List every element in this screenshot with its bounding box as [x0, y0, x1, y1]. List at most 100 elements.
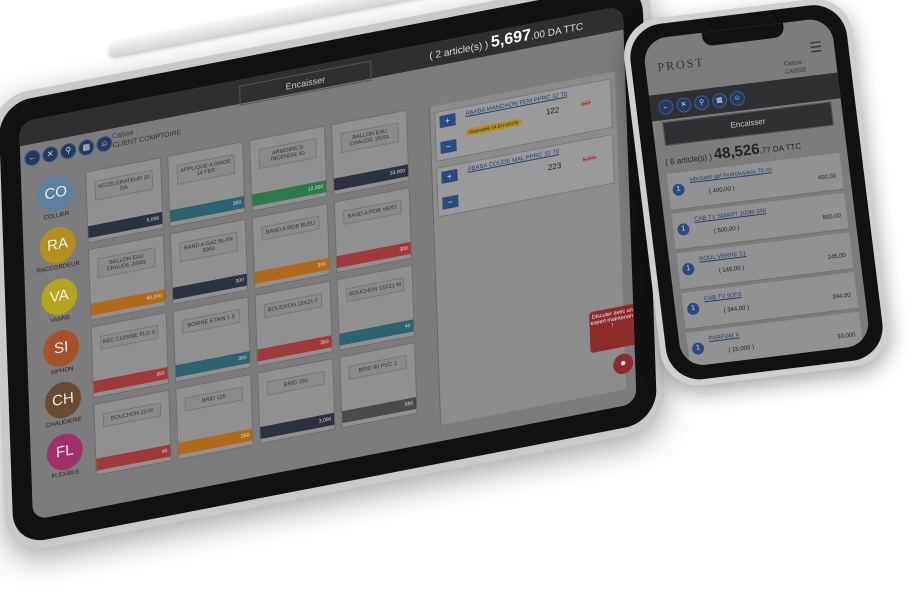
product-card[interactable]: ARMOIRE D INCENDIE 40 12,000 [249, 125, 328, 212]
product-card[interactable]: BRID 150 3,000 [257, 357, 336, 445]
tablet-frame: Encaisser ( 2 article(s) ) 5,697.00 DA T… [0, 0, 666, 556]
product-card[interactable]: BOBINE ETAIN 1.5 350 [172, 296, 252, 383]
phone-item-name[interactable]: lubrisant gel hydrotuyaux 70 ml [689, 167, 772, 183]
phone-item-unit-price: ( 500,00 ) [713, 225, 740, 235]
increase-quantity-button[interactable]: + [439, 113, 456, 129]
barcode-icon[interactable]: ▦ [711, 92, 728, 109]
category-collier-button[interactable]: CO [37, 172, 75, 215]
product-price: 300 [336, 241, 412, 269]
product-card[interactable]: BOUCHON 15X21 F 350 [254, 280, 333, 367]
decrease-quantity-button[interactable]: − [442, 194, 459, 210]
product-price: 300 [254, 257, 330, 284]
phone-item-name[interactable]: PARFUM X [709, 332, 740, 342]
phone-item-name[interactable]: ROUL VERRE 51 [699, 251, 747, 263]
phone-caisse: Caisse : CAISSE [784, 58, 808, 77]
product-card[interactable]: BRID 125 250 [175, 373, 254, 461]
product-price: 250 [178, 428, 253, 455]
product-name: BALLON EAU CHAUDE 1500L [340, 122, 400, 154]
cart-item-price: 122 [545, 105, 560, 117]
back-icon[interactable]: ← [657, 98, 675, 116]
category-raccordeur-button[interactable]: RA [38, 223, 77, 267]
product-price: 33,000 [333, 164, 409, 191]
product-price: 40 [339, 319, 414, 346]
product-name: BRID 125 [184, 386, 244, 412]
category-siphon-button[interactable]: SI [42, 327, 80, 370]
product-card[interactable]: BOUCHON 20 M 45 [93, 389, 172, 476]
product-name: APPLIQUE A DIAGE 14 FER [176, 153, 236, 185]
phone-total-currency: DA TTC [772, 141, 802, 154]
tablet-screen: Encaisser ( 2 article(s) ) 5,697.00 DA T… [19, 5, 637, 521]
phone-item-unit-price: ( 145,00 ) [718, 265, 745, 275]
phone-frame: PROST ☰ Caisse : CAISSE ← ✕ ⚲ ▦ ☺ Encais… [619, 0, 894, 390]
product-price: 350 [93, 366, 168, 394]
brand-logo: PROST [656, 54, 706, 75]
product-card[interactable]: ACCELERATEUR 20 DA 5,000 [85, 157, 164, 244]
product-name: BOUCHON 15X21 M [345, 277, 405, 303]
product-price: 350 [175, 351, 250, 378]
phone-bezel: PROST ☰ Caisse : CAISSE ← ✕ ⚲ ▦ ☺ Encais… [626, 1, 887, 384]
product-grid: ACCELERATEUR 20 DA 5,000 APPLIQUE A DIAGE … [85, 106, 436, 490]
product-name: BAND A ROB BLEU [261, 215, 320, 241]
increase-quantity-button[interactable]: + [441, 168, 458, 184]
phone-item-price: 344,00 [832, 292, 852, 301]
product-price: 3,000 [260, 412, 335, 440]
product-card[interactable]: BRID 90 PVC 1 550 [339, 342, 418, 429]
product-price: 550 [342, 396, 417, 424]
product-price: 40,000 [90, 289, 166, 316]
product-card[interactable]: APPLIQUE A DIAGE 14 FER 350 [167, 141, 246, 228]
cart-item-discount: 5.5% [582, 154, 597, 164]
product-card[interactable]: BALLON EAU CHAUDE 2000L 40,000 [87, 234, 167, 321]
product-price: 5,000 [88, 211, 163, 239]
phone-total-decimals: .77 [759, 145, 772, 156]
total-amount: 5,697 [490, 26, 532, 52]
product-card[interactable]: BEC CUISINE FLO S 350 [90, 312, 170, 399]
product-name: BRID 150 [266, 370, 326, 396]
product-name: BAND A ROB VERT [343, 199, 402, 225]
user-icon[interactable]: ☺ [96, 134, 113, 154]
phone-total-amount: 48,526 [712, 140, 761, 164]
tablet-device: Encaisser ( 2 article(s) ) 5,697.00 DA T… [0, 0, 676, 567]
product-card[interactable]: BAND A ROB BLEU 300 [251, 202, 331, 290]
total-decimals: .00 [530, 28, 546, 43]
barcode-icon[interactable]: ▦ [78, 137, 95, 157]
phone-cart-count: ( 6 article(s) ) [664, 152, 713, 168]
cart-total: ( 2 article(s) ) 5,697.00 DA TTC [429, 16, 583, 64]
hamburger-menu-icon[interactable]: ☰ [809, 38, 824, 56]
cancel-icon[interactable]: ✕ [675, 96, 693, 114]
category-chaudiere-button[interactable]: CH [44, 378, 82, 422]
product-price: 45 [96, 444, 171, 471]
search-icon[interactable]: ⚲ [693, 94, 711, 112]
phone-item-unit-price: ( 344,00 ) [723, 305, 750, 315]
product-name: ARMOIRE D INCENDIE 40 [258, 138, 318, 170]
category-flexible-button[interactable]: FL [46, 430, 84, 474]
chat-prompt[interactable]: Discuter avec un expert maintenant ! [589, 303, 637, 354]
cart-item-price: 223 [547, 160, 562, 173]
phone-caisse-value: CAISSE [784, 67, 808, 76]
product-name: ACCELERATEUR 20 DA [94, 169, 154, 201]
product-price: 12,000 [251, 180, 327, 207]
phone-item-price: 30,000 [837, 332, 856, 341]
user-icon[interactable]: ☺ [729, 90, 746, 107]
product-name: BOUCHON 20 M [102, 402, 162, 428]
category-vanne-button[interactable]: VA [40, 275, 78, 319]
product-name: BALLON EAU CHAUDE 2000L [97, 247, 156, 279]
quantity-badge-icon: 1 [691, 341, 705, 356]
search-icon[interactable]: ⚲ [60, 141, 77, 161]
total-currency: DA TTC [547, 21, 584, 40]
phone-item-name[interactable]: CAB TV 50FS [704, 292, 742, 303]
decrease-quantity-button[interactable]: − [440, 139, 457, 155]
quantity-badge-icon: 1 [671, 183, 686, 197]
product-price: 350 [170, 196, 245, 223]
product-price: 300 [172, 273, 248, 300]
quantity-badge-icon: 1 [676, 222, 691, 237]
cancel-icon[interactable]: ✕ [42, 144, 59, 164]
product-card[interactable]: BAND A GAZ BLAN 2000 300 [169, 218, 249, 305]
back-icon[interactable]: ← [24, 148, 41, 168]
product-name: BOBINE ETAIN 1.5 [181, 308, 241, 335]
product-card[interactable]: BAND A ROB VERT 300 [333, 187, 413, 274]
product-name: BAND A GAZ BLAN 2000 [179, 231, 238, 263]
product-card[interactable]: BALLON EAU CHAUDE 1500L 33,000 [330, 109, 410, 196]
phone-item-name[interactable]: CAB TV SMART 100M SNI [694, 208, 767, 223]
phone-item-unit-price: ( 400,00 ) [708, 185, 735, 196]
product-card[interactable]: BOUCHON 15X21 M 40 [336, 264, 415, 351]
